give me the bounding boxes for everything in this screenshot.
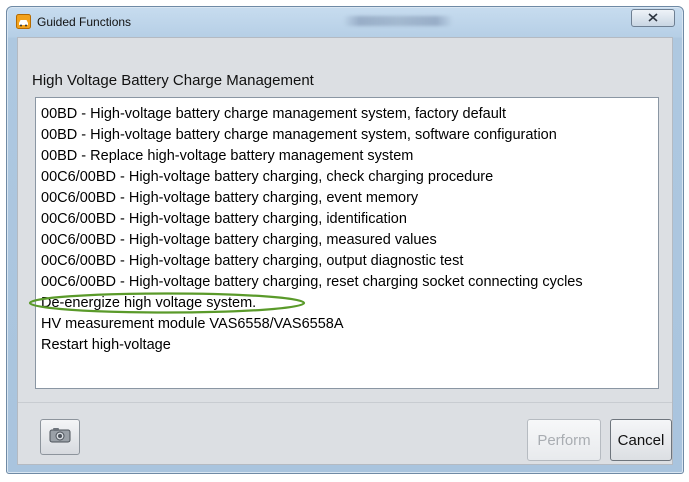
footer-divider [18,402,672,403]
list-item-highlighted[interactable]: De-energize high voltage system. [28,292,658,314]
title-bar[interactable]: Guided Functions [7,7,683,37]
dialog-window: Guided Functions High Voltage Battery Ch… [6,6,684,474]
window-title: Guided Functions [37,15,132,29]
list-item[interactable]: HV measurement module VAS6558/VAS6558A [41,314,658,335]
close-icon [648,9,658,27]
list-item[interactable]: 00BD - Replace high-voltage battery mana… [41,146,658,167]
perform-button[interactable]: Perform [527,419,601,461]
dialog-body: High Voltage Battery Charge Management 0… [17,37,673,465]
screenshot-button[interactable] [40,419,80,455]
close-button[interactable] [631,9,675,27]
list-item[interactable]: 00BD - High-voltage battery charge manag… [41,125,658,146]
list-item[interactable]: Restart high-voltage [41,335,658,356]
cancel-button[interactable]: Cancel [610,419,672,461]
list-item[interactable]: 00C6/00BD - High-voltage battery chargin… [41,209,658,230]
blurred-title-info [343,16,453,26]
list-item[interactable]: 00BD - High-voltage battery charge manag… [41,104,658,125]
list-item[interactable]: 00C6/00BD - High-voltage battery chargin… [41,188,658,209]
function-list[interactable]: 00BD - High-voltage battery charge manag… [28,97,659,389]
list-item-label: De-energize high voltage system. [41,295,257,311]
list-item[interactable]: 00C6/00BD - High-voltage battery chargin… [41,230,658,251]
app-car-icon [16,14,31,29]
list-item[interactable]: 00C6/00BD - High-voltage battery chargin… [41,167,658,188]
camera-icon [49,427,71,448]
list-item[interactable]: 00C6/00BD - High-voltage battery chargin… [41,251,658,272]
list-item[interactable]: 00C6/00BD - High-voltage battery chargin… [41,272,658,293]
page-title: High Voltage Battery Charge Management [32,72,314,89]
